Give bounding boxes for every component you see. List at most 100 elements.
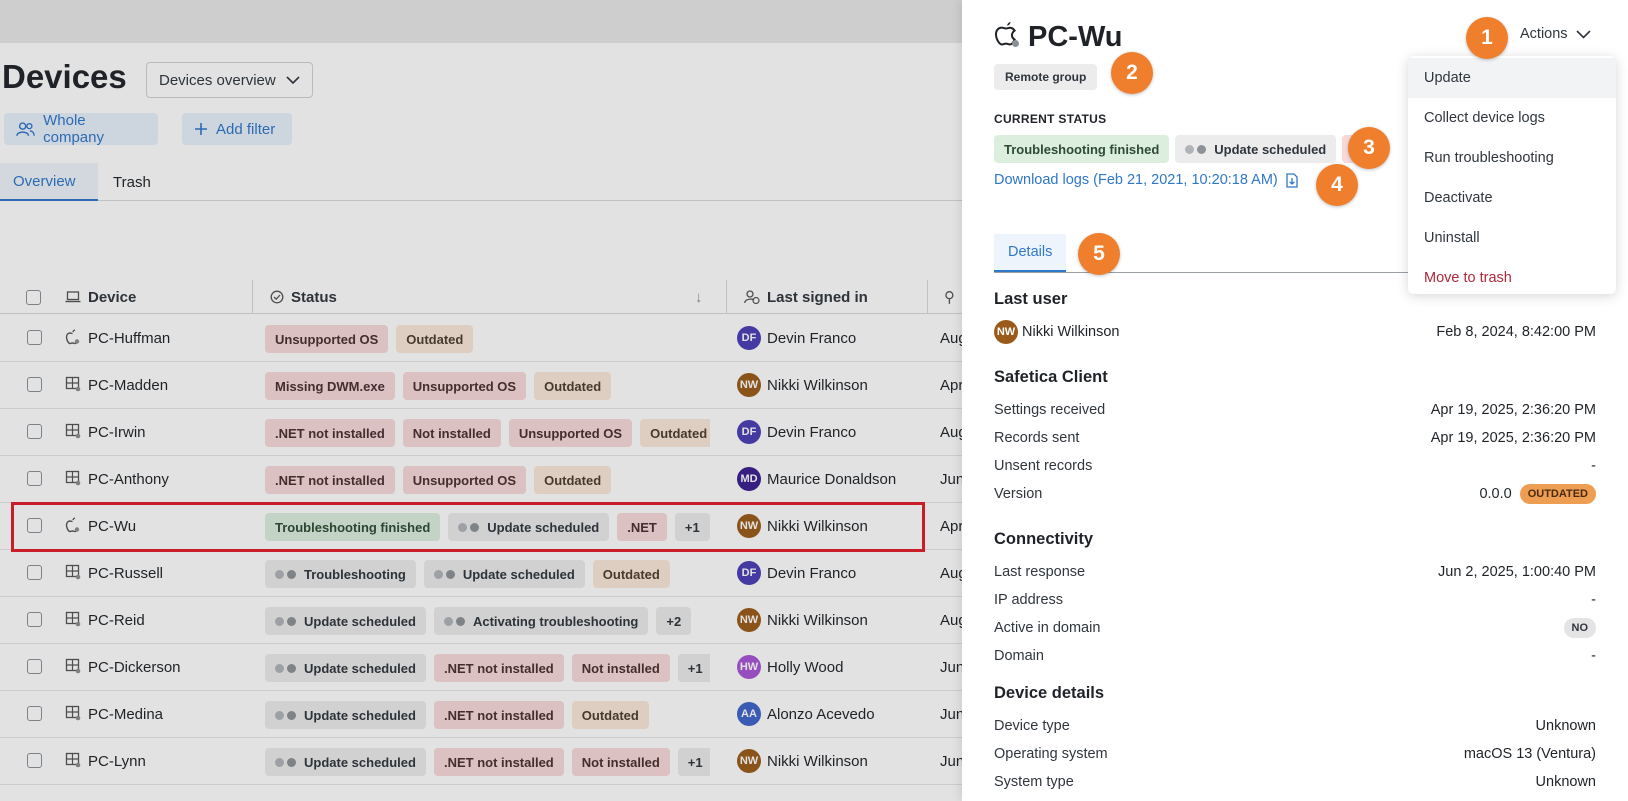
user-name: Maurice Donaldson <box>767 470 897 488</box>
table-row[interactable]: PC-Medina Update scheduled .NET not instal… <box>0 691 962 738</box>
actions-label: Actions <box>1520 26 1568 42</box>
actions-button[interactable]: Actions <box>1520 26 1591 42</box>
status-badge-update-scheduled: Update scheduled <box>423 560 585 588</box>
windows-icon <box>65 423 81 439</box>
device-name[interactable]: PC-Dickerson <box>88 659 181 676</box>
row-checkbox[interactable] <box>27 565 42 580</box>
status-badge-net-not-installed: .NET not installed <box>433 654 564 682</box>
add-filter-button[interactable]: Add filter <box>182 113 292 145</box>
windows-icon <box>65 564 81 580</box>
table-row[interactable]: PC-Russell Troubleshooting Update schedule… <box>0 550 962 597</box>
table-row[interactable]: PC-Irwin .NET not installed Not installed U… <box>0 409 962 456</box>
column-last-signed-in[interactable]: Last signed in <box>744 280 868 314</box>
last-signed-in-date: Jun <box>940 706 962 723</box>
status-badges: Troubleshooting Update scheduled Outdated <box>265 560 710 588</box>
row-checkbox[interactable] <box>27 706 42 721</box>
sort-down-icon[interactable]: ↓ <box>695 280 703 314</box>
plus-icon <box>195 123 207 135</box>
status-badge-unsupported-os: Unsupported OS <box>508 419 633 447</box>
tab-details[interactable]: Details <box>994 234 1067 272</box>
tab-trash[interactable]: Trash <box>100 163 164 201</box>
column-last-signed-in-label: Last signed in <box>767 288 868 306</box>
row-checkbox[interactable] <box>27 377 42 392</box>
user-name: Nikki Wilkinson <box>767 752 868 770</box>
status-badge-not-installed: Not installed <box>571 748 670 776</box>
last-signed-in-date: Jun <box>940 753 962 770</box>
selected-row-highlight <box>11 502 925 552</box>
device-name[interactable]: PC-Anthony <box>88 471 169 488</box>
device-name[interactable]: PC-Medina <box>88 706 163 723</box>
last-signed-in-user: MD Maurice Donaldson <box>737 467 896 491</box>
status-badge-outdated: Outdated <box>592 560 670 588</box>
device-name[interactable]: PC-Lynn <box>88 753 146 770</box>
loading-dots-icon <box>275 569 296 579</box>
table-row[interactable]: PC-Lynn Update scheduled .NET not installe… <box>0 738 962 785</box>
row-checkbox[interactable] <box>27 753 42 768</box>
table-row[interactable]: PC-Huffman Unsupported OS Outdated DF Devin … <box>0 315 962 362</box>
menu-item-uninstall[interactable]: Uninstall <box>1408 218 1616 258</box>
connectivity-section: Connectivity Last response Jun 2, 2025, 1… <box>994 530 1596 670</box>
status-badge-missing-dwm-exe: Missing DWM.exe <box>265 372 395 400</box>
row-checkbox[interactable] <box>27 330 42 345</box>
device-name[interactable]: PC-Madden <box>88 377 168 394</box>
tab-overview[interactable]: Overview <box>0 163 98 201</box>
callout-5: 5 <box>1078 233 1120 275</box>
loading-dots-icon <box>433 569 455 579</box>
settings-received-label: Settings received <box>994 402 1106 418</box>
menu-item-run-troubleshooting[interactable]: Run troubleshooting <box>1408 138 1616 178</box>
status-badge-1[interactable]: +1 <box>677 748 710 776</box>
system-type-value: Unknown <box>1535 774 1596 790</box>
menu-item-collect-device-logs[interactable]: Collect device logs <box>1408 98 1616 138</box>
devices-page: Devices Devices overview Whole company A… <box>0 0 962 801</box>
row-checkbox[interactable] <box>27 612 42 627</box>
last-signed-in-user: NW Nikki Wilkinson <box>737 749 868 773</box>
column-device[interactable]: Device <box>65 280 136 314</box>
device-name[interactable]: PC-Huffman <box>88 330 170 347</box>
device-name[interactable]: PC-Reid <box>88 612 145 629</box>
device-name[interactable]: PC-Russell <box>88 565 163 582</box>
download-logs-link[interactable]: Download logs (Feb 21, 2021, 10:20:18 AM… <box>994 172 1298 188</box>
status-badges: .NET not installed Not installed Unsupport… <box>265 419 710 447</box>
column-status[interactable]: Status <box>270 280 337 314</box>
menu-item-move-to-trash[interactable]: Move to trash <box>1408 258 1616 298</box>
status-badge-2[interactable]: +2 <box>656 607 692 635</box>
view-select[interactable]: Devices overview <box>146 62 313 98</box>
row-checkbox[interactable] <box>27 659 42 674</box>
user-name: Nikki Wilkinson <box>767 611 868 629</box>
records-sent-value: Apr 19, 2025, 2:36:20 PM <box>1430 430 1596 446</box>
windows-icon <box>65 470 81 486</box>
status-badge-net-not-installed: .NET not installed <box>265 466 395 494</box>
select-all-checkbox[interactable] <box>26 280 41 314</box>
device-name[interactable]: PC-Irwin <box>88 424 146 441</box>
unsent-records-label: Unsent records <box>994 458 1093 474</box>
user-name: Alonzo Acevedo <box>767 705 875 723</box>
row-checkbox[interactable] <box>27 471 42 486</box>
status-badges: Missing DWM.exe Unsupported OS Outdated <box>265 372 710 400</box>
top-bar <box>0 0 962 43</box>
active-in-domain-label: Active in domain <box>994 620 1101 636</box>
status-badge-outdated: Outdated <box>640 419 710 447</box>
status-badge-troubleshooting: Troubleshooting <box>265 560 416 588</box>
status-badges: Update scheduled .NET not installed Not in… <box>265 748 710 776</box>
user-clock-icon <box>744 290 760 304</box>
last-signed-in-date: Aug <box>940 424 962 441</box>
table-row[interactable]: PC-Anthony .NET not installed Unsupported … <box>0 456 962 503</box>
whole-company-button[interactable]: Whole company <box>4 112 158 146</box>
menu-item-update[interactable]: Update <box>1408 58 1616 98</box>
avatar: DF <box>737 561 761 585</box>
group-badge: Remote group <box>994 64 1098 90</box>
last-signed-in-date: Aug <box>940 330 962 347</box>
row-checkbox[interactable] <box>27 424 42 439</box>
table-row[interactable]: PC-Reid Update scheduled Activating troubl… <box>0 597 962 644</box>
avatar: DF <box>737 420 761 444</box>
status-badge-1[interactable]: +1 <box>677 654 710 682</box>
callout-2: 2 <box>1111 52 1153 94</box>
user-name: Devin Franco <box>767 329 857 347</box>
user-name: Devin Franco <box>767 423 857 441</box>
user-name: Nikki Wilkinson <box>767 376 868 394</box>
menu-item-deactivate[interactable]: Deactivate <box>1408 178 1616 218</box>
last-signed-in-date: Apr <box>940 377 962 394</box>
table-row[interactable]: PC-Dickerson Update scheduled .NET not ins… <box>0 644 962 691</box>
table-row[interactable]: PC-Madden Missing DWM.exe Unsupported OS Ou… <box>0 362 962 409</box>
status-badge-net-not-installed: .NET not installed <box>433 701 564 729</box>
